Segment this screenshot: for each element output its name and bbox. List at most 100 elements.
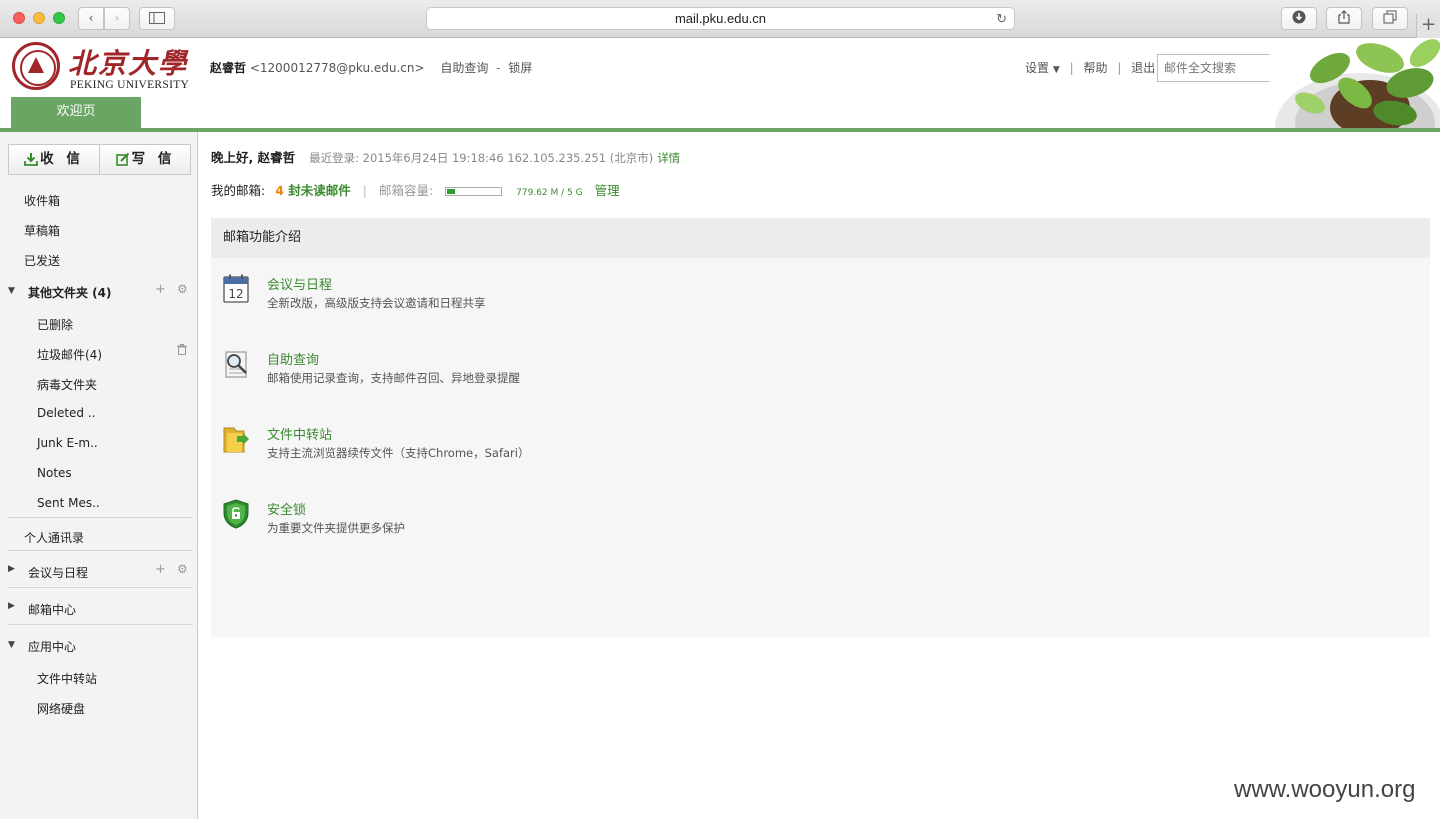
compose-label: 写 信 [131,151,176,167]
last-login-text: 最近登录: 2015年6月24日 19:18:46 162.105.235.25… [309,151,654,165]
user-info: 赵睿哲 <1200012778@pku.edu.cn> 自助查询 - 锁屏 [210,59,532,76]
gear-icon[interactable]: ⚙ [177,562,188,576]
sidebar: 收 信 写 信 收件箱 草稿箱 已发送 ▼ 其他文件夹 (4) + ⚙ 已删除 … [0,132,198,819]
manage-link[interactable]: 管理 [595,183,620,198]
sidebar-item-notes[interactable]: Notes [37,466,72,480]
unread-mail-link[interactable]: 4 封未读邮件 [275,183,351,198]
mailbox-summary: 我的邮箱: 4 封未读邮件 | 邮箱容量: 779.62 M / 5 G 管理 [211,180,620,199]
receive-compose-group: 收 信 写 信 [8,144,191,175]
feature-title-security-lock[interactable]: 安全锁 [267,499,306,518]
folder-transfer-icon[interactable] [222,424,250,454]
feature-desc-calendar: 全新改版，高级版支持会议邀请和日程共享 [267,296,486,310]
divider [8,624,193,625]
sidebar-item-contacts[interactable]: 个人通讯录 [24,529,84,546]
feature-item: 文件中转站 支持主流浏览器续传文件（支持Chrome，Safari） [211,424,1430,484]
settings-label: 设置 [1025,61,1050,75]
top-links: 设置 ▼ | 帮助 | 退出 [1025,59,1155,76]
calendar-icon[interactable]: 12 [222,274,250,304]
browser-toolbar: ‹ › mail.pku.edu.cn ↻ + [0,0,1440,38]
zoom-window-button[interactable] [53,12,65,24]
user-name: 赵睿哲 [210,61,247,75]
feature-title-self-query[interactable]: 自助查询 [267,349,319,368]
receive-button[interactable]: 收 信 [9,145,100,174]
feature-desc-security-lock: 为重要文件夹提供更多保护 [267,521,405,535]
share-icon [1338,10,1350,24]
sidebar-item-sent[interactable]: 已发送 [24,252,60,269]
minimize-window-button[interactable] [33,12,45,24]
trash-icon[interactable] [177,344,187,358]
sidebar-item-deleted-en[interactable]: Deleted .. [37,406,96,420]
address-bar[interactable]: mail.pku.edu.cn ↻ [426,7,1015,30]
compose-button[interactable]: 写 信 [100,145,191,174]
tab-welcome[interactable]: 欢迎页 [11,97,141,128]
forward-button[interactable]: › [104,7,130,30]
share-button[interactable] [1326,7,1362,30]
shield-lock-icon[interactable] [222,499,250,529]
tabs-overview-button[interactable] [1372,7,1408,30]
my-mailbox-label: 我的邮箱: [211,183,266,198]
feature-item: 12 会议与日程 全新改版，高级版支持会议邀请和日程共享 [211,274,1430,334]
chevron-right-icon: › [114,11,120,25]
chevron-left-icon: ‹ [88,11,94,25]
feature-item: 自助查询 邮箱使用记录查询，支持邮件召回、异地登录提醒 [211,349,1430,409]
expand-right-icon[interactable]: ▶ [8,601,15,611]
sidebar-item-app-center[interactable]: 应用中心 [28,638,76,655]
quota-bar-fill [447,189,456,194]
quota-bar [445,187,503,196]
new-tab-button[interactable]: + [1416,14,1440,38]
sidebar-item-other-folders[interactable]: 其他文件夹 (4) [28,284,112,301]
gear-icon[interactable]: ⚙ [177,282,188,296]
settings-menu[interactable]: 设置 ▼ [1025,61,1060,75]
sidebar-item-junk-en[interactable]: Junk E-m.. [37,436,98,450]
caret-down-icon: ▼ [1052,65,1060,75]
sidebar-icon [149,12,165,24]
sidebar-item-calendar[interactable]: 会议与日程 [28,564,88,581]
sidebar-item-virus[interactable]: 病毒文件夹 [37,376,97,393]
unread-count: 4 [275,183,284,198]
sidebar-item-inbox[interactable]: 收件箱 [24,192,60,209]
magnifier-doc-icon[interactable] [222,349,250,379]
greeting-text: 晚上好, 赵睿哲 [211,150,296,165]
reload-icon[interactable]: ↻ [996,8,1007,29]
separator: | [362,183,367,198]
compose-pencil-icon [115,152,129,166]
logo-chinese: 北京大學 [68,47,189,80]
divider [8,550,193,551]
self-query-link[interactable]: 自助查询 [440,61,488,75]
panel-title: 邮箱功能介绍 [211,218,1430,258]
expand-right-icon[interactable]: ▶ [8,564,15,574]
add-folder-icon[interactable]: + [155,282,166,297]
logo-english: PEKING UNIVERSITY [70,79,190,91]
features-panel: 邮箱功能介绍 12 会议与日程 全新改版，高级版支持会议邀请和日程共享 自助查询… [211,218,1430,637]
calendar-icon-text: 12 [228,287,243,301]
lock-screen-link[interactable]: 锁屏 [508,61,532,75]
sidebar-item-sent-en[interactable]: Sent Mes.. [37,496,100,510]
help-link[interactable]: 帮助 [1083,61,1107,75]
sidebar-item-deleted[interactable]: 已删除 [37,316,73,333]
feature-desc-file-transfer: 支持主流浏览器续传文件（支持Chrome，Safari） [267,446,530,460]
sidebar-item-netdisk[interactable]: 网络硬盘 [37,700,85,717]
user-email: <1200012778@pku.edu.cn> [249,61,425,75]
feature-desc-self-query: 邮箱使用记录查询，支持邮件召回、异地登录提醒 [267,371,520,385]
add-calendar-icon[interactable]: + [155,562,166,577]
sidebar-item-drafts[interactable]: 草稿箱 [24,222,60,239]
sidebar-item-file-transfer[interactable]: 文件中转站 [37,670,97,687]
sidebar-item-mail-center[interactable]: 邮箱中心 [28,601,76,618]
login-details-link[interactable]: 详情 [657,151,680,165]
feature-item: 安全锁 为重要文件夹提供更多保护 [211,499,1430,559]
back-button[interactable]: ‹ [78,7,104,30]
expand-down-icon[interactable]: ▼ [8,640,15,650]
url-text: mail.pku.edu.cn [674,11,767,26]
greeting-line: 晚上好, 赵睿哲 最近登录: 2015年6月24日 19:18:46 162.1… [211,147,680,166]
feature-title-calendar[interactable]: 会议与日程 [267,274,332,293]
plant-decoration-image [1270,38,1440,128]
downloads-button[interactable] [1281,7,1317,30]
separator: | [1117,61,1122,75]
sidebar-item-junk[interactable]: 垃圾邮件(4) [37,346,102,363]
close-window-button[interactable] [13,12,25,24]
download-arrow-icon [24,153,39,166]
expand-down-icon[interactable]: ▼ [8,286,15,296]
logout-link[interactable]: 退出 [1131,61,1155,75]
feature-title-file-transfer[interactable]: 文件中转站 [267,424,332,443]
sidebar-toggle-button[interactable] [139,7,175,30]
